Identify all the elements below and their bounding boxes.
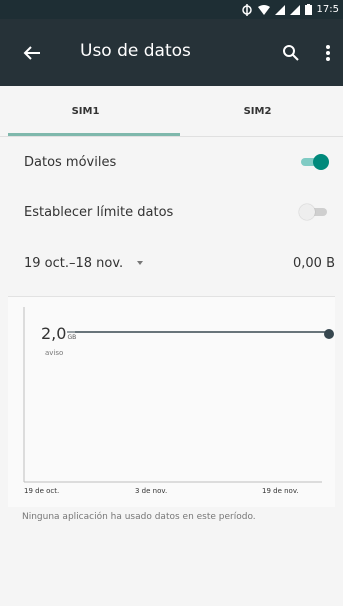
search-icon — [283, 45, 299, 61]
warning-handle[interactable] — [324, 329, 334, 339]
cycle-selector[interactable]: 19 oct.–18 nov. — [24, 255, 144, 271]
warning-value[interactable]: 2,0GB — [41, 324, 76, 343]
data-limit-row[interactable]: Establecer límite datos — [0, 186, 343, 238]
usage-total: 0,00 B — [293, 255, 335, 271]
signal-2-icon — [289, 4, 300, 15]
battery-icon — [304, 4, 312, 15]
sim-tabs: SIM1 SIM2 — [0, 86, 343, 137]
back-button[interactable] — [20, 41, 44, 65]
wifi-icon — [257, 4, 270, 15]
data-limit-label: Establecer límite datos — [24, 204, 174, 220]
cycle-label: 19 oct.–18 nov. — [24, 255, 124, 271]
x-tick-end: 19 de nov. — [262, 487, 299, 495]
mobile-data-switch[interactable] — [299, 153, 329, 171]
usage-chart: 2,0GB aviso 19 de oct. 3 de nov. 19 de n… — [8, 296, 335, 507]
warning-unit: GB — [67, 334, 77, 341]
data-saver-icon — [241, 3, 253, 16]
x-tick-start: 19 de oct. — [24, 487, 60, 495]
cycle-row: 19 oct.–18 nov. 0,00 B — [0, 237, 343, 289]
mobile-data-row[interactable]: Datos móviles — [0, 136, 343, 188]
tab-sim2[interactable]: SIM2 — [172, 86, 343, 136]
search-button[interactable] — [282, 44, 300, 62]
signal-icon — [274, 4, 285, 15]
switch-thumb — [313, 154, 329, 170]
mobile-data-label: Datos móviles — [24, 154, 117, 170]
warning-number: 2,0 — [41, 324, 67, 343]
page-title: Uso de datos — [80, 41, 191, 61]
status-time: 17:5 — [316, 4, 339, 15]
data-limit-switch[interactable] — [299, 203, 329, 221]
switch-thumb — [299, 204, 315, 220]
more-vert-icon — [326, 45, 330, 61]
toolbar: Uso de datos — [0, 19, 343, 86]
tab-sim1[interactable]: SIM1 — [0, 86, 171, 136]
dropdown-arrow-icon — [137, 261, 144, 265]
x-tick-mid: 3 de nov. — [135, 487, 168, 495]
warning-label: aviso — [45, 349, 64, 357]
arrow-back-icon — [23, 46, 40, 60]
overflow-menu-button[interactable] — [325, 43, 331, 63]
no-usage-message: Ninguna aplicación ha usado datos en est… — [22, 512, 256, 522]
status-bar: 17:5 — [0, 0, 343, 19]
